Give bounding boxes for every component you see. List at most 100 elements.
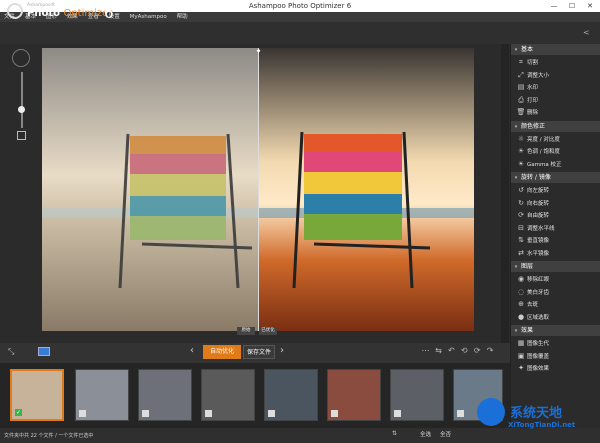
tool-item[interactable]: ↺ 向左旋转 (511, 184, 600, 196)
thumbnail-3[interactable] (138, 369, 192, 421)
tool-item[interactable]: ▤ 水印 (511, 81, 600, 93)
chevron-down-icon: ▾ (514, 264, 518, 270)
tool-label: 色调 / 饱和度 (527, 149, 560, 155)
thumbnail-checkbox[interactable] (142, 410, 149, 417)
area-icon: ● (517, 312, 525, 321)
tool-label: Gamma 校正 (527, 161, 562, 168)
zoom-slider-track[interactable] (21, 72, 23, 128)
share-icon[interactable]: < (583, 28, 590, 37)
thumbnail-6[interactable] (327, 369, 381, 421)
redo-all-icon[interactable]: ⟳ (472, 346, 483, 355)
auto-optimize-button[interactable]: 自动优化 (203, 345, 241, 359)
print-icon: ⎙ (518, 95, 524, 104)
compare-split-line[interactable] (258, 48, 259, 331)
fit-to-window-icon[interactable] (17, 131, 26, 140)
tool-item[interactable]: ☼ 亮度 / 对比度 (511, 133, 600, 145)
watermark-icon: ▤ (517, 83, 525, 91)
redo-icon[interactable]: ↷ (485, 346, 496, 355)
logo-version: 6 (104, 4, 114, 22)
undo-all-icon[interactable]: ⟲ (459, 346, 470, 355)
crop-icon: ⌗ (519, 58, 523, 66)
thumbnail-checkbox[interactable]: ✓ (15, 409, 22, 416)
pan-control-icon[interactable] (12, 49, 30, 67)
undo-icon[interactable]: ↶ (446, 346, 457, 355)
thumbnail-2[interactable] (75, 369, 129, 421)
section-header[interactable]: ▾ 基本 (511, 44, 600, 55)
thumbnail-checkbox[interactable] (79, 410, 86, 417)
tool-item[interactable]: ⎙ 打印 (511, 94, 600, 106)
tool-item[interactable]: ⇄ 水平镜像 (511, 247, 600, 259)
tool-item[interactable]: ▦ 图像生代 (511, 337, 600, 349)
thumbnail-checkbox[interactable] (394, 410, 401, 417)
filter-icon[interactable]: ⇅ (392, 430, 397, 437)
tool-label: 调整大小 (527, 72, 550, 79)
tool-label: 切割 (527, 60, 539, 66)
compare-icon[interactable]: ⇆ (433, 346, 444, 355)
tool-item[interactable]: ↻ 向右旋转 (511, 197, 600, 209)
tool-label: 调整水平线 (527, 225, 555, 232)
thumbnail-1[interactable]: ✓ (10, 369, 64, 421)
tools-panel: ▾ 基本 ⌗ 切割 ⤢ 调整大小 ▤ 水印 ⎙ 打印 🗑 删除 ▾ 颜色修正 ☼ 亮度 / 对比度 ☀ 色调 / … (510, 44, 600, 429)
menu-myashampoo[interactable]: MyAshampoo (126, 12, 171, 22)
tool-item[interactable]: ☀ Gamma 校正 (511, 158, 600, 170)
maximize-button[interactable]: ☐ (563, 0, 581, 12)
zoom-slider-handle[interactable] (18, 106, 25, 113)
hue-icon: ☀ (517, 147, 525, 155)
next-image-icon[interactable]: › (280, 345, 284, 356)
preview-mode-icon[interactable] (38, 347, 50, 356)
tool-item[interactable]: ⤢ 调整大小 (511, 69, 600, 81)
section-header[interactable]: ▾ 效果 (511, 325, 600, 336)
tool-item[interactable]: ✦ 图像效果 (511, 362, 600, 374)
tool-item[interactable]: ▣ 图像覆盖 (511, 350, 600, 362)
section-header[interactable]: ▾ 图层 (511, 261, 600, 272)
split-handle-icon[interactable]: ◆ (255, 48, 262, 54)
collapse-icon[interactable]: ⤡ (8, 347, 14, 357)
thumbnail-5[interactable] (264, 369, 318, 421)
section-header[interactable]: ▾ 旋转 / 镜像 (511, 172, 600, 183)
tool-item[interactable]: ☀ 色调 / 饱和度 (511, 145, 600, 157)
thumbnail-checkbox[interactable] (331, 410, 338, 417)
chevron-down-icon: ▾ (514, 328, 518, 334)
chevron-down-icon: ▾ (514, 123, 518, 130)
tool-label: 亮度 / 对比度 (527, 136, 560, 143)
thumbnail-4[interactable] (201, 369, 255, 421)
tool-label: 美白牙齿 (527, 289, 550, 296)
tool-label: 图像效果 (527, 366, 550, 372)
rotate-right-icon: ↻ (518, 198, 524, 207)
overlay-icon: ▣ (517, 351, 525, 360)
tool-label: 向右旋转 (527, 200, 550, 207)
thumbnail-checkbox[interactable] (205, 410, 212, 417)
after-label: 已优化 (259, 327, 277, 335)
flip-vertical-icon: ⇅ (518, 236, 524, 244)
tool-label: 移除红眼 (527, 277, 550, 283)
tool-item[interactable]: ◌ 美白牙齿 (511, 286, 600, 298)
tool-item[interactable]: ⊕ 去斑 (511, 298, 600, 310)
minimize-button[interactable]: — (545, 0, 563, 12)
tool-item[interactable]: ⟳ 自由旋转 (511, 209, 600, 221)
menu-help[interactable]: 帮助 (173, 12, 192, 22)
thumbnail-7[interactable] (390, 369, 444, 421)
action-icons: ⋯ ⇆ ↶ ⟲ ⟳ ↷ (420, 346, 496, 358)
tool-label: 水平镜像 (527, 250, 550, 257)
tool-item[interactable]: ⇅ 垂直镜像 (511, 234, 600, 246)
grid-icon[interactable]: ⋯ (420, 346, 431, 355)
tool-item[interactable]: ⊟ 调整水平线 (511, 222, 600, 234)
select-all-button[interactable]: 全选 (420, 430, 431, 438)
delete-icon: 🗑 (516, 108, 526, 116)
thumbnail-checkbox[interactable] (268, 410, 275, 417)
vertical-scrollbar[interactable] (501, 44, 509, 344)
thumbnail-checkbox[interactable] (457, 410, 464, 417)
save-file-button[interactable]: 保存文件 (243, 345, 275, 359)
tool-item[interactable]: ⌗ 切割 (511, 56, 600, 68)
brightness-icon: ☼ (517, 134, 525, 143)
tool-item[interactable]: ◉ 移除红眼 (511, 273, 600, 285)
tool-item[interactable]: 🗑 删除 (511, 106, 600, 118)
tool-item[interactable]: ● 区域选取 (511, 311, 600, 323)
effect-icon: ✦ (518, 364, 524, 372)
close-button[interactable]: ✕ (581, 0, 599, 12)
section-title: 效果 (521, 327, 534, 334)
section-header[interactable]: ▾ 颜色修正 (511, 120, 600, 132)
select-none-button[interactable]: 全否 (440, 430, 451, 438)
previous-image-icon[interactable]: ‹ (190, 345, 194, 356)
logo-photo: Photo (27, 8, 60, 19)
